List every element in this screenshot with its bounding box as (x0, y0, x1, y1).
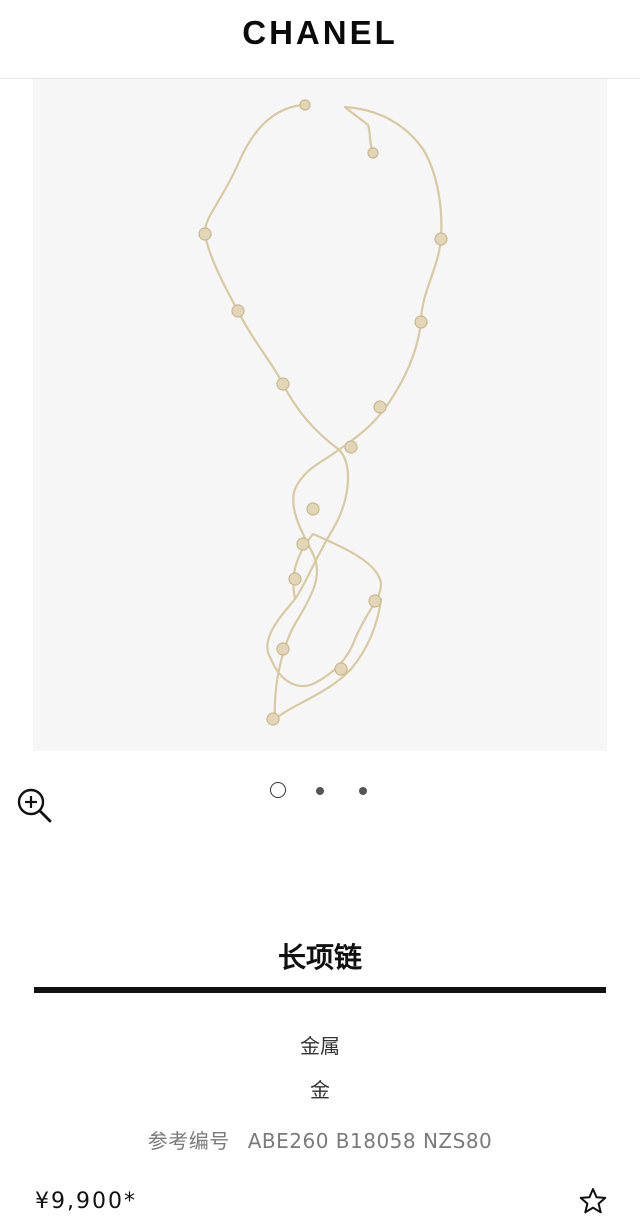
star-outline-icon[interactable] (578, 1186, 608, 1216)
product-reference: 参考编号 ABE260 B18058 NZS80 (0, 1125, 640, 1154)
title-divider (34, 987, 606, 993)
carousel-pagination (0, 781, 640, 801)
product-color: 金 (310, 1078, 330, 1102)
product-material: 金属 (300, 1034, 340, 1058)
carousel-dot-2[interactable] (316, 787, 324, 795)
reference-label: 参考编号 (147, 1129, 230, 1153)
brand-logo[interactable]: CHANEL (0, 14, 640, 52)
carousel-dot-3[interactable] (359, 787, 367, 795)
product-price: ¥9,900* (35, 1189, 137, 1214)
product-image-necklace[interactable] (33, 79, 607, 751)
top-bar: CHANEL (0, 0, 640, 79)
product-title: 长项链 (277, 941, 362, 974)
carousel-dot-1[interactable] (270, 782, 286, 798)
product-gallery[interactable] (0, 79, 640, 869)
reference-code: ABE260 B18058 NZS80 (247, 1129, 493, 1153)
necklace-illustration (198, 99, 448, 726)
